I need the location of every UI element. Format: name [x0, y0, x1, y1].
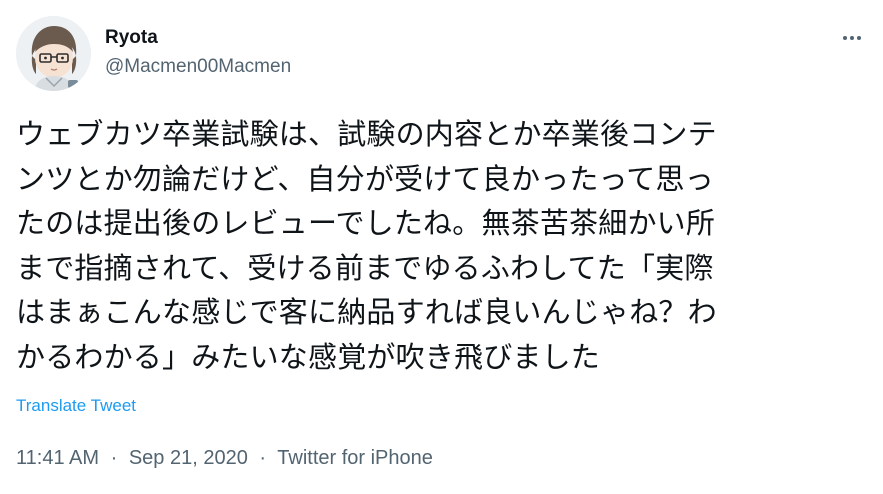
user-handle[interactable]: @Macmen00Macmen: [105, 55, 291, 79]
tweet-text-line: ンツとか勿論だけど、自分が受けて良かったって思っ: [16, 161, 714, 196]
display-name[interactable]: Ryota: [105, 26, 291, 50]
tweet-source-link[interactable]: Twitter for iPhone: [277, 447, 433, 469]
tweet-header: Ryota @Macmen00Macmen: [16, 16, 867, 92]
tweet-text-line: ウェブカツ卒業試験は、試験の内容とか卒業後コンテ: [16, 117, 717, 151]
meta-separator: ·: [110, 447, 118, 469]
tweet-meta: 11:41 AM · Sep 21, 2020 · Twitter for iP…: [16, 445, 433, 471]
tweet-date[interactable]: Sep 21, 2020: [129, 447, 248, 469]
more-options-icon[interactable]: [837, 26, 867, 50]
tweet-text-line: はまぁこんな感じで客に納品すれば良いんじゃね？わ: [16, 295, 717, 329]
tweet-text-line: まで指摘されて、受ける前までゆるふわしてた「実際: [16, 250, 714, 285]
translate-tweet-link[interactable]: Translate Tweet: [16, 395, 136, 417]
tweet-text-line: たのは提出後のレビューでしたね。無茶苦茶細かい所: [16, 206, 716, 240]
tweet-text-line: かるわかる」みたいな感覚が吹き飛びました: [16, 339, 601, 374]
tweet-time[interactable]: 11:41 AM: [16, 447, 99, 469]
tweet-card: Ryota @Macmen00Macmen ウェブカツ卒業試験は、試験の内容とか…: [0, 0, 883, 494]
tweet-text: ウェブカツ卒業試験は、試験の内容とか卒業後コンテ ンツとか勿論だけど、自分が受け…: [16, 112, 864, 379]
cartoon-avatar-icon[interactable]: [16, 16, 91, 91]
avatar-illustration: [16, 16, 91, 91]
meta-separator: ·: [259, 447, 267, 469]
author-names: Ryota @Macmen00Macmen: [105, 26, 291, 79]
dot: [843, 36, 847, 40]
dot: [857, 36, 861, 40]
dot: [850, 36, 854, 40]
